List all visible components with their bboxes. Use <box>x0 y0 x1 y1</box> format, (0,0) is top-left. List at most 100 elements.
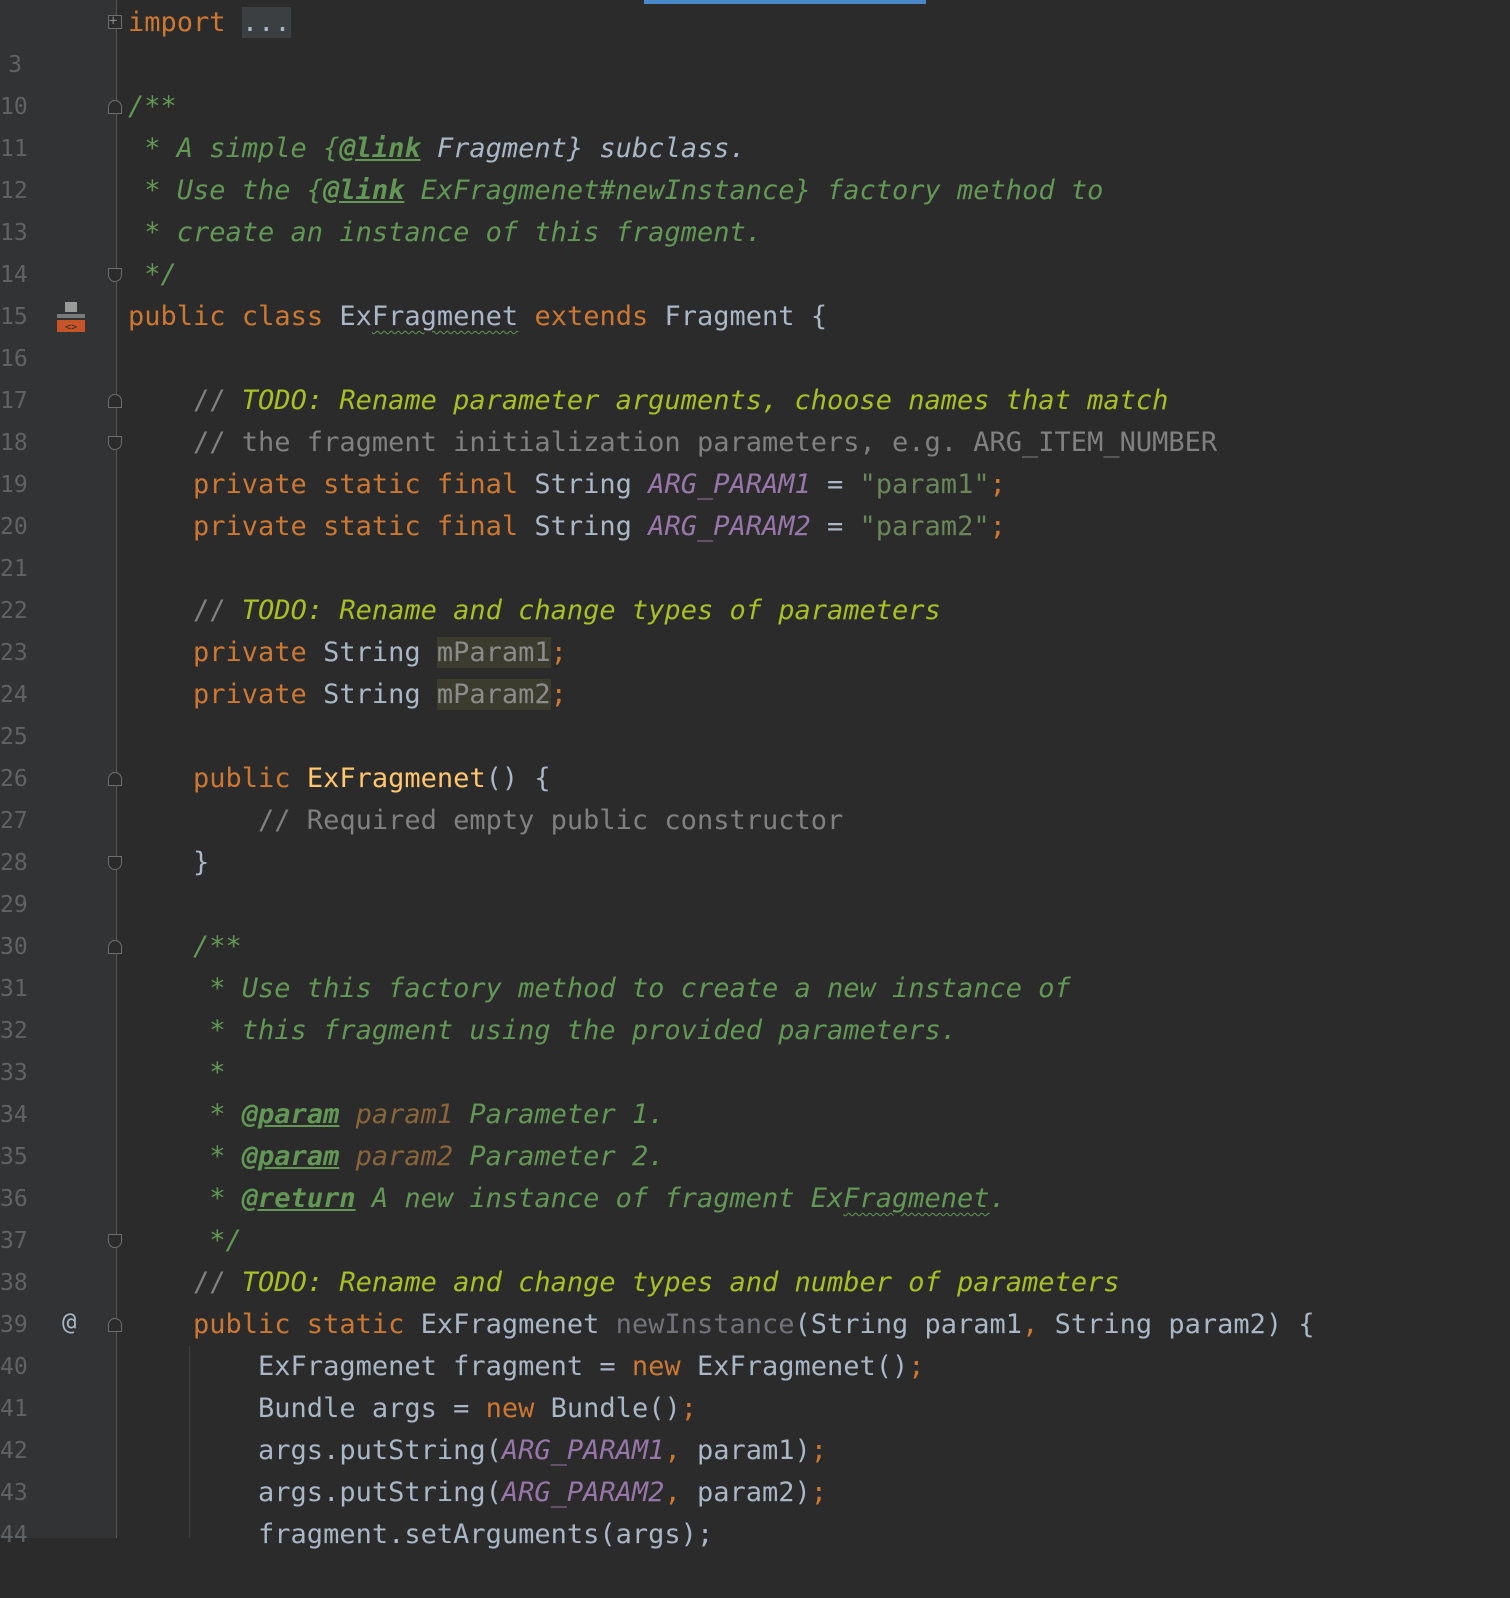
doc-text: * Use this factory method to create a ne… <box>128 973 1071 1004</box>
todo-comment: TODO: Rename and change types of paramet… <box>241 595 941 626</box>
code-line[interactable]: 16 public class ExFragmenet extends Frag… <box>0 296 1510 372</box>
code-line[interactable]: 3 import ... <box>0 0 1510 78</box>
code-line[interactable]: 37 * @return A new instance of fragment … <box>0 1178 1510 1254</box>
doc-text: * <box>128 1099 242 1130</box>
constant-name[interactable]: ARG_PARAM1 <box>648 469 811 500</box>
code-line[interactable]: 35 * @param param1 Parameter 1. <box>0 1094 1510 1170</box>
line-comment: // the fragment initialization parameter… <box>128 427 1218 458</box>
code-line[interactable]: 33 * this fragment using the provided pa… <box>0 1010 1510 1086</box>
statement: Bundle args = <box>128 1393 486 1424</box>
code-line[interactable]: 36 * @param param2 Parameter 2. <box>0 1136 1510 1212</box>
code-line[interactable]: 42 Bundle args = new Bundle(); <box>0 1388 1510 1464</box>
fold-end-icon[interactable] <box>108 268 122 282</box>
modifiers: private static final <box>128 511 519 542</box>
code-line[interactable]: 19 // the fragment initialization parame… <box>0 422 1510 498</box>
statement: param1) <box>680 1435 811 1466</box>
class-name[interactable]: Ex <box>339 301 372 332</box>
statement: fragment.setArguments(args); <box>128 1519 714 1550</box>
code-line[interactable]: 22 <box>0 548 1510 624</box>
code-line[interactable]: 31 /** <box>0 926 1510 1002</box>
doc-text: * A simple { <box>128 133 340 164</box>
code-line[interactable]: 20 private static final String ARG_PARAM… <box>0 464 1510 540</box>
semicolon: ; <box>810 1435 828 1466</box>
unused-field-name[interactable]: mParam1 <box>436 637 551 668</box>
statement: Bundle() <box>534 1393 681 1424</box>
code-line[interactable]: 34 * <box>0 1052 1510 1128</box>
code-line[interactable]: 21 private static final String ARG_PARAM… <box>0 506 1510 582</box>
superclass[interactable]: Fragment { <box>665 301 828 332</box>
code-line[interactable]: 29 } <box>0 842 1510 918</box>
code-line[interactable]: 12 * A simple {@link Fragment} subclass. <box>0 128 1510 204</box>
code-line[interactable]: 30 <box>0 884 1510 960</box>
code-line[interactable]: 26 <box>0 716 1510 792</box>
fold-collapse-icon[interactable] <box>108 772 122 786</box>
closing-brace: } <box>128 847 210 878</box>
string-literal: "param1" <box>859 469 990 500</box>
code-line[interactable]: 27 public ExFragmenet() { <box>0 758 1510 834</box>
fold-expand-icon[interactable] <box>108 0 122 42</box>
doc-link-tag[interactable]: @link <box>339 133 420 164</box>
fold-end-icon[interactable] <box>108 436 122 450</box>
class-name-typo[interactable]: Fragmenet <box>372 301 518 332</box>
parameters: (String param1 <box>794 1309 1023 1340</box>
code-line[interactable]: 28 // Required empty public constructor <box>0 800 1510 876</box>
method-name[interactable]: newInstance <box>616 1309 795 1340</box>
code-line[interactable]: 14 * create an instance of this fragment… <box>0 212 1510 288</box>
doc-text: A new instance of fragment Ex <box>355 1183 844 1214</box>
code-line[interactable]: 15 */ <box>0 254 1510 330</box>
modifiers: private <box>128 679 307 710</box>
doc-text: * create an instance of this fragment. <box>128 217 762 248</box>
doc-param-tag[interactable]: @param <box>242 1141 340 1172</box>
doc-param-tag[interactable]: @param <box>242 1099 340 1130</box>
fold-collapse-icon[interactable] <box>108 1318 122 1332</box>
comment-prefix: // <box>128 385 242 416</box>
code-line[interactable]: 10 <box>0 44 1510 120</box>
code-line[interactable]: 17 <box>0 338 1510 414</box>
constant-name[interactable]: ARG_PARAM2 <box>648 511 811 542</box>
keyword: class <box>241 301 324 332</box>
todo-comment: TODO: Rename and change types and number… <box>241 1267 1120 1298</box>
doc-typo: Fragmenet <box>843 1183 990 1214</box>
code-line[interactable]: 38 */ <box>0 1220 1510 1296</box>
code-line[interactable]: 44 args.putString(ARG_PARAM2, param2); <box>0 1472 1510 1548</box>
code-line[interactable]: 40 public static ExFragmenet newInstance… <box>0 1304 1510 1380</box>
code-line[interactable]: 39 // TODO: Rename and change types and … <box>0 1262 1510 1338</box>
code-line[interactable]: 32 * Use this factory method to create a… <box>0 968 1510 1044</box>
keyword: extends <box>534 301 649 332</box>
doc-comment-open: /** <box>128 91 177 122</box>
doc-text: Fragment} subclass. <box>420 133 746 164</box>
doc-link-tag[interactable]: @link <box>323 175 404 206</box>
code-line[interactable]: 18 // TODO: Rename parameter arguments, … <box>0 380 1510 456</box>
fold-end-icon[interactable] <box>108 1234 122 1248</box>
doc-text: * <box>128 1183 242 1214</box>
code-line[interactable]: 41 ExFragmenet fragment = new ExFragmene… <box>0 1346 1510 1422</box>
folded-imports[interactable]: ... <box>241 7 291 38</box>
fold-collapse-icon[interactable] <box>108 100 122 114</box>
constant-ref[interactable]: ARG_PARAM1 <box>502 1435 665 1466</box>
modifiers: private static final <box>128 469 519 500</box>
statement: ExFragmenet fragment = <box>128 1351 632 1382</box>
doc-return-tag[interactable]: @return <box>242 1183 356 1214</box>
fold-end-icon[interactable] <box>108 856 122 870</box>
parens: () { <box>485 763 551 794</box>
doc-comment-close: */ <box>128 259 177 290</box>
code-line[interactable]: 11 /** <box>0 86 1510 162</box>
semicolon: ; <box>989 469 1006 500</box>
constructor-name[interactable]: ExFragmenet <box>307 763 486 794</box>
line-comment: // Required empty public constructor <box>128 805 844 836</box>
constant-ref[interactable]: ARG_PARAM2 <box>502 1477 665 1508</box>
statement: param2) <box>680 1477 811 1508</box>
code-line[interactable]: 25 private String mParam2; <box>0 674 1510 750</box>
code-line[interactable]: 24 private String mParam1; <box>0 632 1510 708</box>
fold-collapse-icon[interactable] <box>108 394 122 408</box>
unused-field-name[interactable]: mParam2 <box>436 679 551 710</box>
doc-text: ExFragmenet#newInstance} factory method … <box>404 175 1104 206</box>
code-line[interactable]: fragment.setArguments(args); <box>0 1514 1510 1556</box>
type: String <box>306 679 437 710</box>
code-line[interactable]: 13 * Use the {@link ExFragmenet#newInsta… <box>0 170 1510 246</box>
code-line[interactable]: 23 // TODO: Rename and change types of p… <box>0 590 1510 666</box>
fold-collapse-icon[interactable] <box>108 940 122 954</box>
code-line[interactable]: 43 args.putString(ARG_PARAM1, param1); <box>0 1430 1510 1506</box>
modifiers: public static <box>128 1309 405 1340</box>
doc-text: Parameter 2. <box>453 1141 665 1172</box>
